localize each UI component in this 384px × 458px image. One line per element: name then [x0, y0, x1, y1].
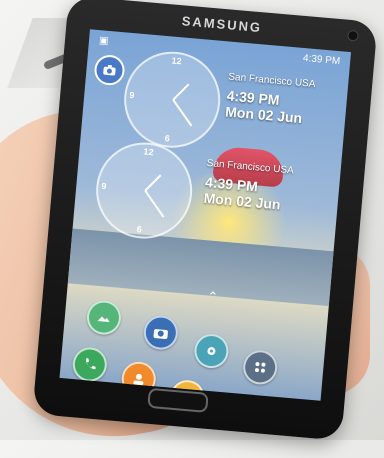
phone-screen[interactable]: ▣ 4:39 PM 12 6 9 San Francisco USA 4:39 …: [59, 29, 352, 401]
smartphone: SAMSUNG ▣ 4:39 PM 12 6 9 San Francisco U…: [32, 0, 378, 441]
status-time: 4:39 PM: [302, 52, 341, 68]
clock-number-12: 12: [171, 55, 183, 67]
world-clock-widget-2: San Francisco USA 4:39 PM Mon 02 Jun: [203, 158, 294, 213]
app-dock: ⌃: [60, 273, 330, 401]
clock-number-12: 12: [143, 146, 154, 158]
status-bar: ▣ 4:39 PM: [98, 35, 341, 70]
analog-clock-1: 12 6 9: [120, 47, 225, 152]
home-button[interactable]: [147, 387, 209, 413]
clock-minute-hand: [172, 99, 193, 127]
notification-icon: ▣: [98, 35, 109, 47]
clock-number-9: 9: [100, 180, 107, 192]
clock-hour-hand: [172, 83, 190, 101]
gallery-icon[interactable]: [85, 299, 123, 336]
phone-icon[interactable]: [71, 346, 109, 383]
clock-minute-hand: [144, 190, 165, 218]
clock-number-6: 6: [136, 224, 143, 235]
chevron-up-icon[interactable]: ⌃: [206, 289, 219, 306]
clock-number-6: 6: [164, 133, 171, 144]
clock-hour-hand: [144, 174, 162, 192]
camera-app-icon[interactable]: [93, 53, 126, 87]
world-clock-widget-1: San Francisco USA 4:39 PM Mon 02 Jun: [225, 72, 316, 127]
clock-number-9: 9: [129, 89, 135, 101]
apps-icon[interactable]: [241, 348, 279, 386]
camera-icon[interactable]: [142, 314, 180, 352]
settings-icon[interactable]: [193, 332, 230, 370]
